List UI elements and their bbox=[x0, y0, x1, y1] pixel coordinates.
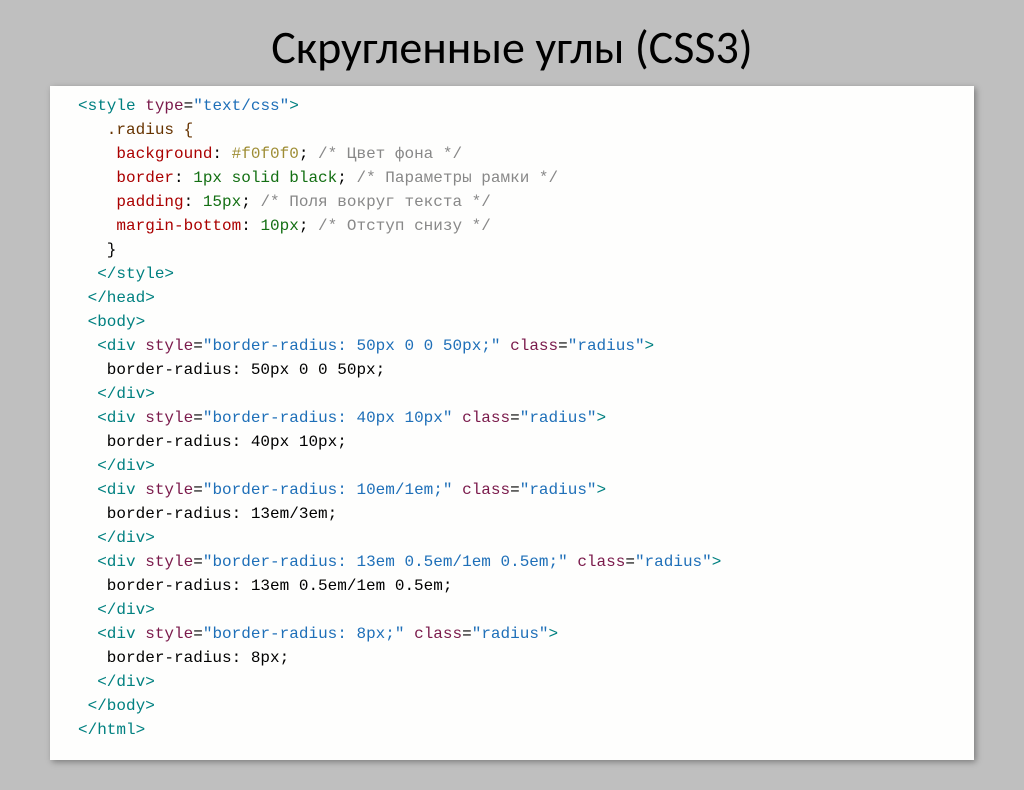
code-line: </div> bbox=[78, 457, 155, 475]
code-line: <div style="border-radius: 40px 10px" cl… bbox=[78, 409, 606, 427]
code-block: <style type="text/css"> .radius { backgr… bbox=[50, 86, 974, 760]
code-line: padding: 15px; /* Поля вокруг текста */ bbox=[78, 193, 491, 211]
code-line: </div> bbox=[78, 601, 155, 619]
code-line: </style> bbox=[78, 265, 174, 283]
code-line: background: #f0f0f0; /* Цвет фона */ bbox=[78, 145, 462, 163]
code-line: </div> bbox=[78, 529, 155, 547]
code-line: } bbox=[78, 241, 116, 259]
code-line: border-radius: 50px 0 0 50px; bbox=[78, 361, 385, 379]
code-line: <div style="border-radius: 8px;" class="… bbox=[78, 625, 558, 643]
code-line: <div style="border-radius: 10em/1em;" cl… bbox=[78, 481, 606, 499]
slide-title: Скругленные углы (CSS3) bbox=[50, 20, 974, 76]
code-line: border-radius: 13em 0.5em/1em 0.5em; bbox=[78, 577, 452, 595]
code-line: margin-bottom: 10px; /* Отступ снизу */ bbox=[78, 217, 491, 235]
code-line: <div style="border-radius: 13em 0.5em/1e… bbox=[78, 553, 721, 571]
code-line: <style type="text/css"> bbox=[78, 97, 299, 115]
code-line: <div style="border-radius: 50px 0 0 50px… bbox=[78, 337, 654, 355]
code-line: <body> bbox=[78, 313, 145, 331]
code-line: </head> bbox=[78, 289, 155, 307]
code-line: border: 1px solid black; /* Параметры ра… bbox=[78, 169, 558, 187]
code-line: .radius { bbox=[78, 121, 193, 139]
slide: Скругленные углы (CSS3) <style type="tex… bbox=[0, 0, 1024, 790]
code-line: </body> bbox=[78, 697, 155, 715]
code-line: </div> bbox=[78, 385, 155, 403]
code-line: border-radius: 8px; bbox=[78, 649, 289, 667]
code-line: </div> bbox=[78, 673, 155, 691]
code-line: </html> bbox=[78, 721, 145, 739]
code-line: border-radius: 13em/3em; bbox=[78, 505, 337, 523]
code-line: border-radius: 40px 10px; bbox=[78, 433, 347, 451]
